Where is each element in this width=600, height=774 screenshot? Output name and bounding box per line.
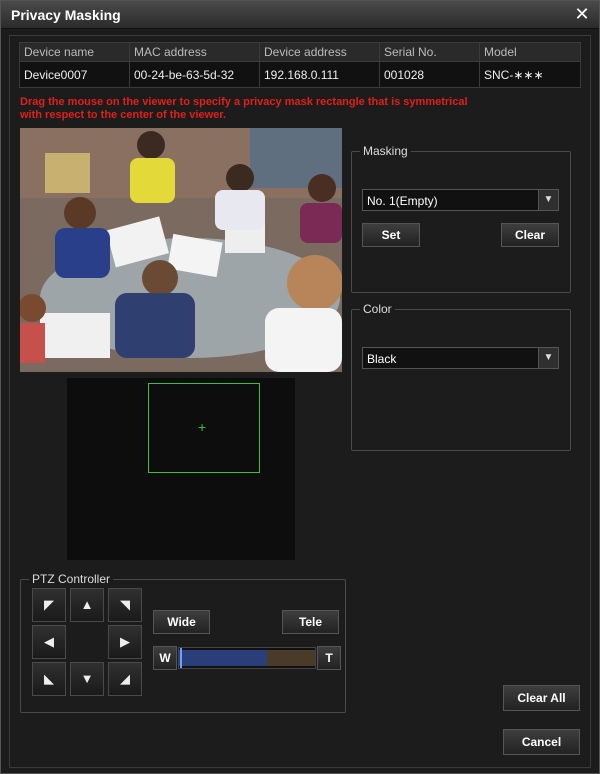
instruction-text: Drag the mouse on the viewer to specify … <box>20 96 540 122</box>
pan-left-button[interactable]: ◀ <box>32 625 66 659</box>
mask-number-value: No. 1(Empty) <box>367 194 438 208</box>
instruction-line-1: Drag the mouse on the viewer to specify … <box>20 96 468 108</box>
mask-rectangle[interactable]: + <box>148 383 260 473</box>
chevron-down-icon: ▼ <box>538 348 558 368</box>
column-model: Model <box>479 42 581 62</box>
pan-down-left-button[interactable]: ◣ <box>32 662 66 696</box>
cell-mac-address: 00-24-be-63-5d-32 <box>129 61 260 88</box>
cell-device-name: Device0007 <box>19 61 130 88</box>
arrow-up-icon: ▲ <box>80 597 94 612</box>
cell-device-address: 192.168.0.111 <box>259 61 380 88</box>
column-serial-no: Serial No. <box>379 42 480 62</box>
set-button[interactable]: Set <box>362 223 420 247</box>
pan-down-button[interactable]: ▼ <box>70 662 104 696</box>
camera-image <box>20 128 342 372</box>
instruction-line-2: with respect to the center of the viewer… <box>20 109 226 121</box>
pan-up-left-button[interactable]: ◤ <box>32 588 66 622</box>
zoom-fill <box>179 650 267 666</box>
mask-preview-area[interactable]: + <box>67 378 295 560</box>
cancel-button[interactable]: Cancel <box>503 729 580 755</box>
pan-down-right-button[interactable]: ◢ <box>108 662 142 696</box>
pan-right-button[interactable]: ▶ <box>108 625 142 659</box>
arrow-up-left-icon: ◤ <box>44 597 54 612</box>
dialog-title: Privacy Masking <box>11 7 121 23</box>
column-device-address: Device address <box>259 42 380 62</box>
column-device-name: Device name <box>19 42 130 62</box>
clear-all-button[interactable]: Clear All <box>503 685 580 711</box>
zoom-thumb[interactable] <box>180 648 182 668</box>
arrow-down-right-icon: ◢ <box>120 671 130 686</box>
color-legend: Color <box>360 302 395 316</box>
camera-viewer[interactable] <box>20 128 342 372</box>
close-icon[interactable]: ✕ <box>573 5 591 23</box>
titlebar: Privacy Masking ✕ <box>1 1 599 29</box>
zoom-t-step-button[interactable]: T <box>317 646 341 670</box>
clear-button[interactable]: Clear <box>501 223 559 247</box>
color-select[interactable]: Black ▼ <box>362 347 559 369</box>
pan-up-right-button[interactable]: ◥ <box>108 588 142 622</box>
zoom-wide-button[interactable]: Wide <box>153 610 210 634</box>
arrow-right-icon: ▶ <box>120 634 130 649</box>
zoom-tele-button[interactable]: Tele <box>282 610 339 634</box>
zoom-slider[interactable] <box>178 647 316 669</box>
device-table-header: Device name MAC address Device address S… <box>19 42 581 62</box>
chevron-down-icon: ▼ <box>538 190 558 210</box>
pan-up-button[interactable]: ▲ <box>70 588 104 622</box>
mask-number-select[interactable]: No. 1(Empty) ▼ <box>362 189 559 211</box>
table-row[interactable]: Device0007 00-24-be-63-5d-32 192.168.0.1… <box>19 61 581 88</box>
privacy-masking-dialog: Privacy Masking ✕ Device name MAC addres… <box>0 0 600 774</box>
cell-serial-no: 001028 <box>379 61 480 88</box>
color-value: Black <box>367 352 397 366</box>
zoom-w-step-button[interactable]: W <box>153 646 177 670</box>
ptz-controller-group: PTZ Controller <box>20 572 346 713</box>
arrow-left-icon: ◀ <box>44 634 54 649</box>
arrow-down-icon: ▼ <box>80 671 94 686</box>
masking-group: Masking <box>351 144 571 293</box>
arrow-down-left-icon: ◣ <box>44 671 54 686</box>
cell-model: SNC-∗∗∗ <box>479 61 581 88</box>
arrow-up-right-icon: ◥ <box>120 597 130 612</box>
ptz-legend: PTZ Controller <box>29 572 114 586</box>
zoom-remaining <box>267 650 315 666</box>
crosshair-icon: + <box>198 419 207 435</box>
device-table: Device name MAC address Device address S… <box>19 42 581 88</box>
color-group: Color <box>351 302 571 451</box>
column-mac-address: MAC address <box>129 42 260 62</box>
masking-legend: Masking <box>360 144 411 158</box>
